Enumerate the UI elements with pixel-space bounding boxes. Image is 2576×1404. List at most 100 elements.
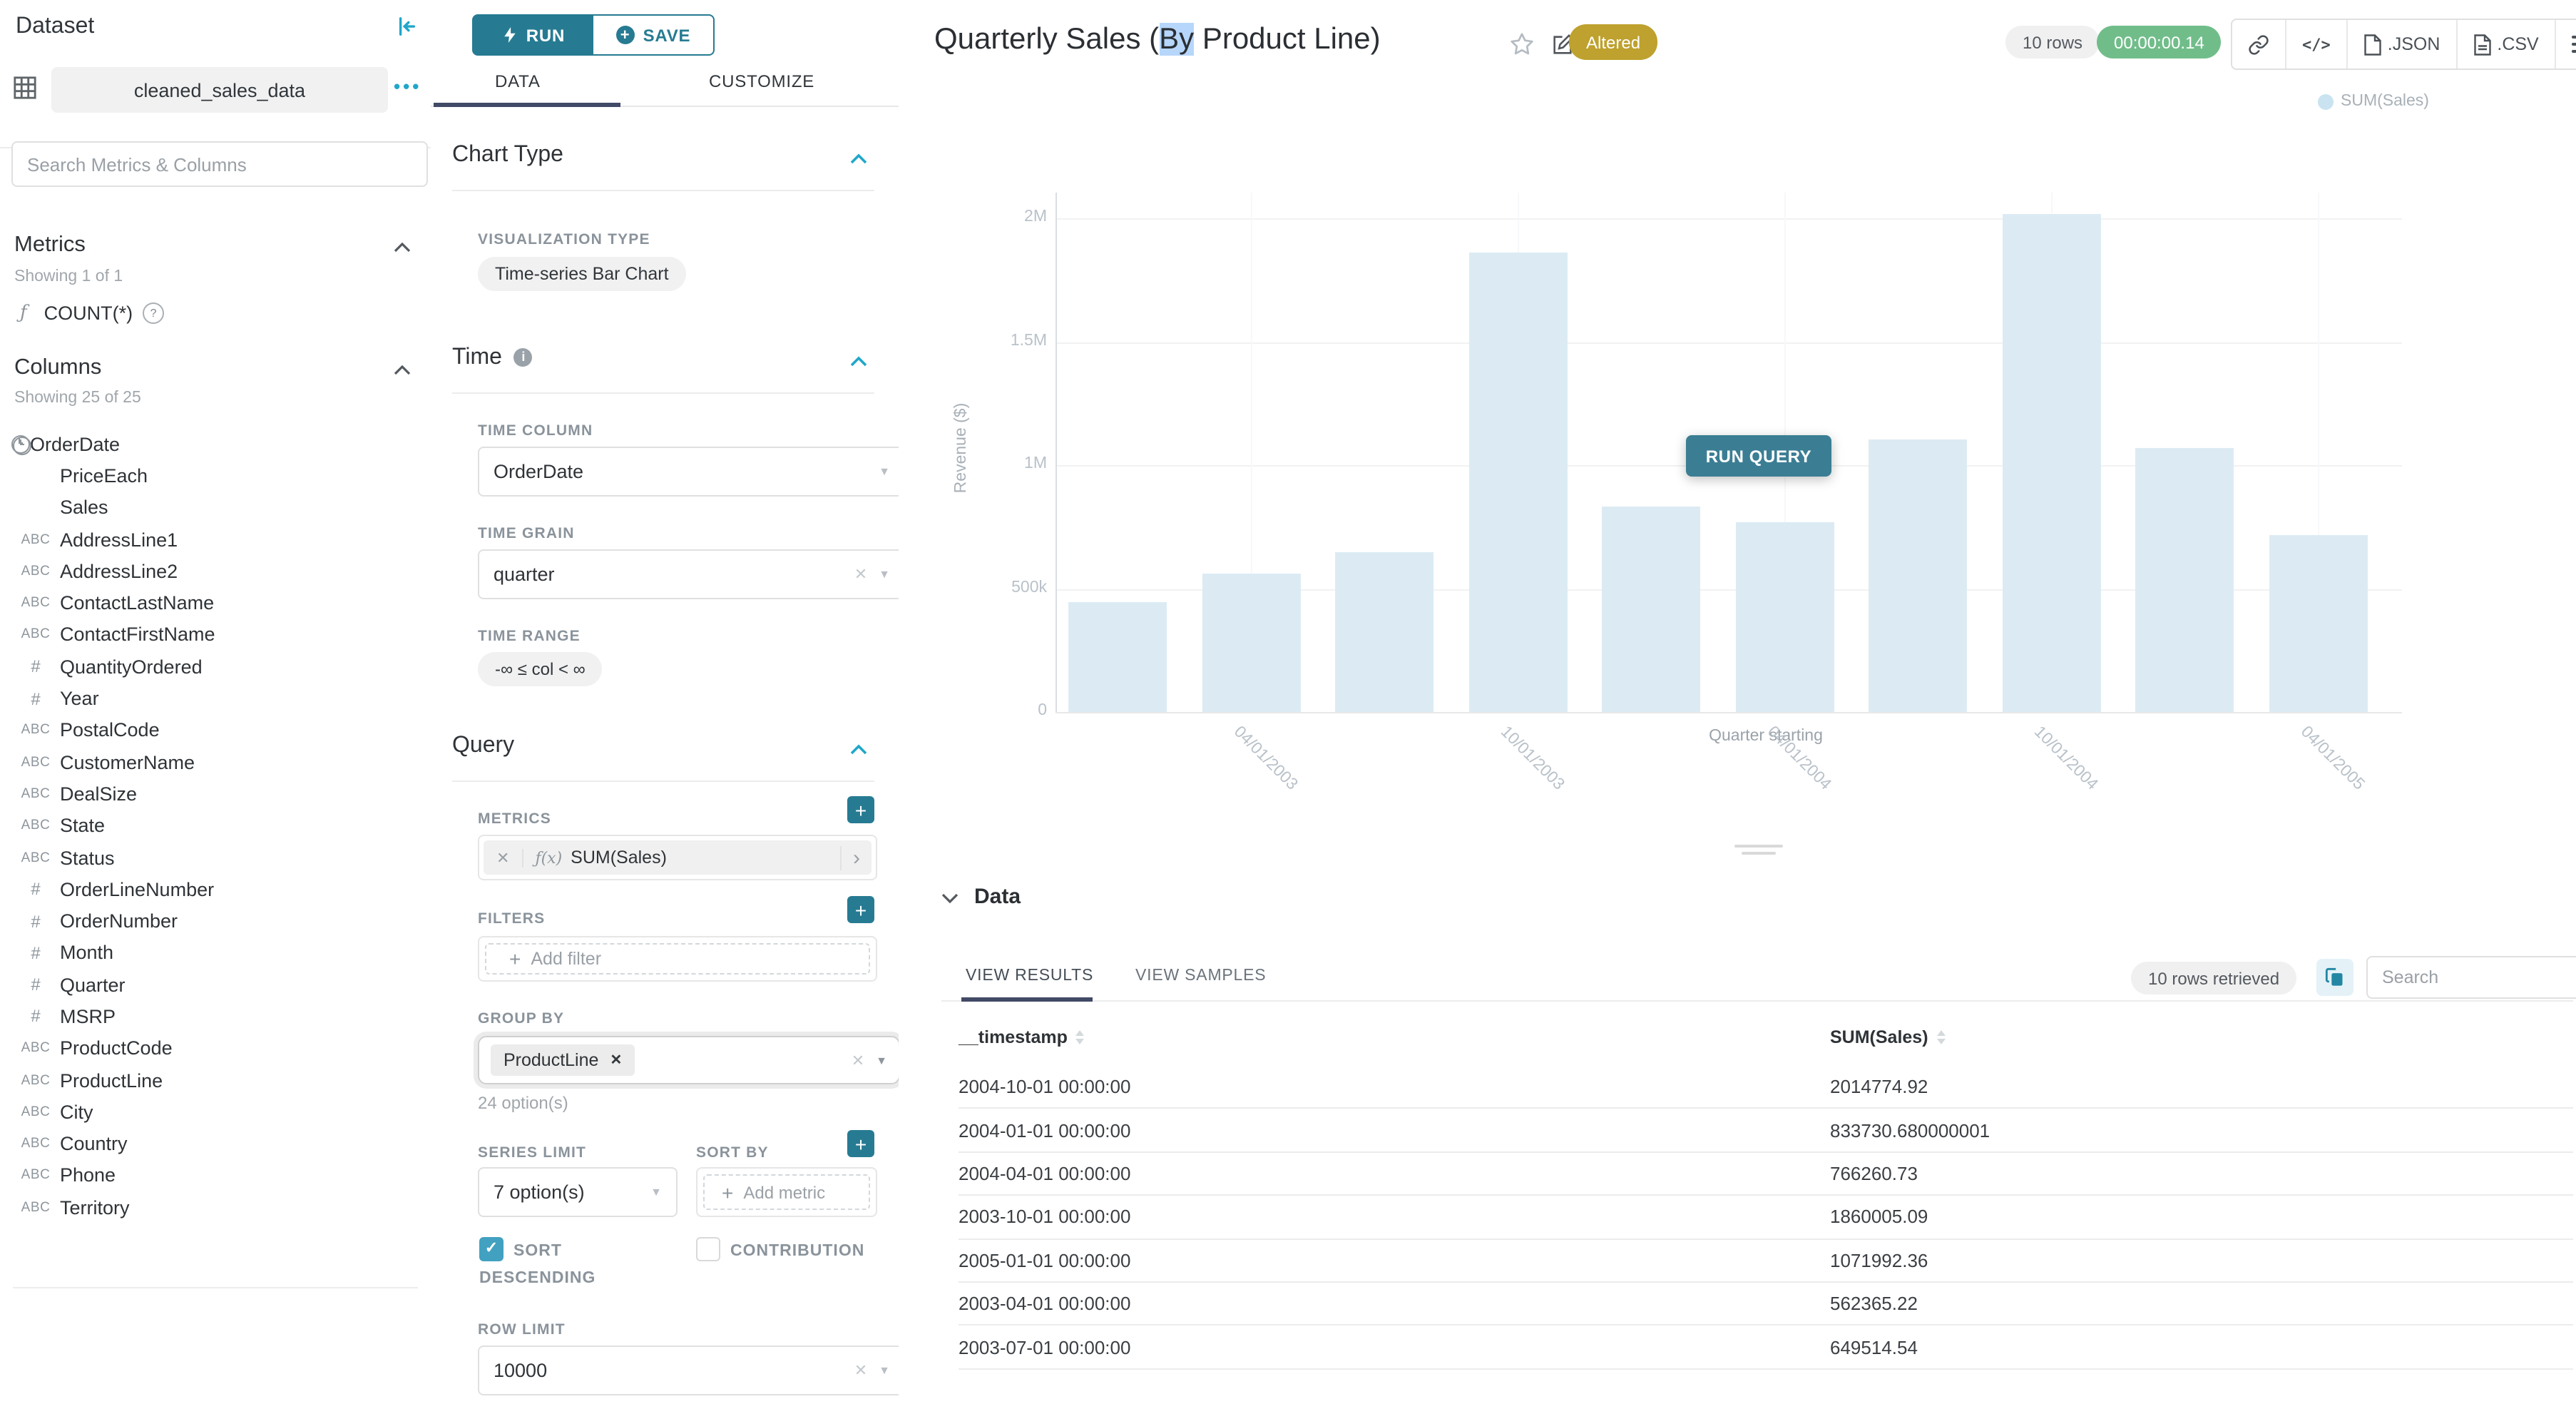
data-collapse-icon[interactable] xyxy=(941,893,959,905)
bar-07/01/2003[interactable] xyxy=(1335,552,1433,712)
query-collapse-icon[interactable] xyxy=(850,743,867,755)
table-row[interactable]: 2003-07-01 00:00:00649514.54 xyxy=(959,1326,2573,1370)
column-list-item[interactable]: ABCCity xyxy=(11,1096,419,1128)
panel-resize-handle[interactable] xyxy=(1734,845,1783,855)
favorite-star-icon[interactable] xyxy=(1509,31,1535,57)
column-list-item[interactable]: ABCState xyxy=(11,810,419,842)
help-icon[interactable]: ? xyxy=(143,302,164,324)
save-button[interactable]: + SAVE xyxy=(592,14,715,56)
bar-01/01/2004[interactable] xyxy=(1602,507,1700,712)
column-list-item[interactable]: ABCProductCode xyxy=(11,1032,419,1064)
table-row[interactable]: 2003-04-01 00:00:00562365.22 xyxy=(959,1283,2573,1326)
column-list-item[interactable]: #MSRP xyxy=(11,1001,419,1033)
altered-badge[interactable]: Altered xyxy=(1569,24,1657,60)
column-list-item[interactable]: ABCContactFirstName xyxy=(11,619,419,651)
tab-data[interactable]: DATA xyxy=(495,71,541,91)
bar-01/01/2003[interactable] xyxy=(1068,602,1167,712)
tab-view-samples[interactable]: VIEW SAMPLES xyxy=(1135,967,1266,985)
bar-10/01/2003[interactable] xyxy=(1468,253,1567,712)
bar-04/01/2005[interactable] xyxy=(2269,535,2367,712)
contribution-checkbox[interactable]: CONTRIBUTION xyxy=(696,1237,896,1264)
column-list-item[interactable]: #OrderLineNumber xyxy=(11,873,419,905)
chevron-right-icon[interactable]: › xyxy=(840,845,872,870)
timeseries-bar-chart[interactable]: SUM(Sales) Revenue ($) Quarter starting … xyxy=(899,78,2576,835)
sort-descending-checkbox[interactable]: ✓SORT DESCENDING xyxy=(479,1237,622,1291)
group-by-chip[interactable]: ProductLine ✕ xyxy=(491,1044,635,1076)
add-sort-metric-button[interactable]: + xyxy=(847,1130,874,1157)
clear-icon[interactable]: ✕ xyxy=(854,1361,867,1380)
dataset-more-icon[interactable]: ••• xyxy=(394,76,421,97)
time-range-pill[interactable]: -∞ ≤ col < ∞ xyxy=(478,652,603,686)
add-metric-button[interactable]: + xyxy=(847,796,874,823)
series-limit-select[interactable]: 7 option(s) ▼ xyxy=(478,1167,678,1217)
visualization-type-pill[interactable]: Time-series Bar Chart xyxy=(478,257,686,291)
metric-chip[interactable]: ✕ ƒ(x) SUM(Sales) › xyxy=(484,840,872,875)
time-column-select[interactable]: OrderDate ▼ xyxy=(478,447,906,497)
dataset-name[interactable]: cleaned_sales_data xyxy=(51,67,388,113)
column-list-item[interactable]: ABCCustomerName xyxy=(11,746,419,778)
column-list-item[interactable]: ABCTerritory xyxy=(11,1191,419,1224)
copy-link-button[interactable] xyxy=(2232,20,2286,68)
chart-legend[interactable]: SUM(Sales) xyxy=(2318,93,2429,110)
group-by-select[interactable]: ProductLine ✕ ✕ ▼ xyxy=(478,1036,900,1084)
sort-icon[interactable] xyxy=(1937,1030,1946,1044)
column-list-item[interactable]: #QuantityOrdered xyxy=(11,651,419,683)
time-grain-select[interactable]: quarter ✕ ▼ xyxy=(478,549,906,599)
search-metrics-columns-input[interactable] xyxy=(11,141,428,187)
column-list-item[interactable]: #Year xyxy=(11,683,419,715)
data-section-title[interactable]: Data xyxy=(974,885,1021,909)
column-list-item[interactable]: ABCAddressLine1 xyxy=(11,524,419,556)
bar-10/01/2004[interactable] xyxy=(2002,214,2100,712)
export-csv-button[interactable]: .CSV xyxy=(2457,20,2555,68)
bar-04/01/2004[interactable] xyxy=(1735,522,1834,712)
column-header-SUM(Sales)[interactable]: SUM(Sales) xyxy=(1830,1027,1946,1047)
sort-icon[interactable] xyxy=(1076,1030,1085,1044)
remove-metric-icon[interactable]: ✕ xyxy=(484,848,523,867)
column-header-__timestamp[interactable]: __timestamp xyxy=(959,1027,1830,1047)
metric-item-count[interactable]: ƒ COUNT(*) ? xyxy=(20,302,164,324)
table-row[interactable]: 2004-10-01 00:00:002014774.92 xyxy=(959,1066,2573,1109)
column-list-item[interactable]: ABCStatus xyxy=(11,842,419,874)
table-row[interactable]: 2003-10-01 00:00:001860005.09 xyxy=(959,1196,2573,1239)
checkbox-unchecked-icon[interactable] xyxy=(696,1237,720,1261)
data-search-input[interactable] xyxy=(2366,956,2576,999)
column-list-item[interactable]: ABCProductLine xyxy=(11,1064,419,1097)
column-list-item[interactable]: #Quarter xyxy=(11,969,419,1001)
bar-01/01/2005[interactable] xyxy=(2135,448,2234,712)
column-list-item[interactable]: OrderDate xyxy=(11,428,419,460)
table-row[interactable]: 2004-01-01 00:00:00833730.680000001 xyxy=(959,1109,2573,1153)
export-json-button[interactable]: .JSON xyxy=(2348,20,2458,68)
add-sort-metric-dropzone[interactable]: + Add metric xyxy=(703,1174,870,1210)
time-collapse-icon[interactable] xyxy=(850,355,867,367)
columns-collapse-icon[interactable] xyxy=(394,364,411,375)
remove-chip-icon[interactable]: ✕ xyxy=(610,1052,622,1068)
chart-title[interactable]: Quarterly Sales (By Product Line) xyxy=(934,23,1381,57)
column-list-item[interactable]: ABCPostalCode xyxy=(11,714,419,746)
chart-type-collapse-icon[interactable] xyxy=(850,153,867,164)
tab-customize[interactable]: CUSTOMIZE xyxy=(709,71,814,91)
column-list-item[interactable]: #Month xyxy=(11,937,419,970)
add-filter-button[interactable]: + xyxy=(847,896,874,923)
menu-button[interactable] xyxy=(2556,20,2576,68)
table-row[interactable]: 2005-01-01 00:00:001071992.36 xyxy=(959,1239,2573,1283)
info-icon[interactable]: i xyxy=(514,347,533,366)
column-list-item[interactable]: PriceEach xyxy=(11,460,419,492)
metrics-collapse-icon[interactable] xyxy=(394,241,411,253)
run-query-button[interactable]: RUN QUERY xyxy=(1686,435,1831,477)
collapse-sidebar-icon[interactable] xyxy=(397,16,418,37)
copy-data-button[interactable] xyxy=(2316,959,2353,996)
add-filter-dropzone[interactable]: + Add filter xyxy=(485,943,870,975)
column-list-item[interactable]: ABCPhone xyxy=(11,1160,419,1192)
row-limit-select[interactable]: 10000 ✕ ▼ xyxy=(478,1346,906,1395)
clear-icon[interactable]: ✕ xyxy=(852,1051,864,1069)
bar-07/01/2004[interactable] xyxy=(1869,439,1967,712)
column-list-item[interactable]: Sales xyxy=(11,492,419,524)
bar-04/01/2003[interactable] xyxy=(1202,574,1300,712)
table-row[interactable]: 2004-04-01 00:00:00766260.73 xyxy=(959,1153,2573,1196)
column-list-item[interactable]: ABCContactLastName xyxy=(11,587,419,619)
run-button[interactable]: RUN xyxy=(472,14,595,56)
column-list-item[interactable]: ABCAddressLine2 xyxy=(11,555,419,587)
tab-view-results[interactable]: VIEW RESULTS xyxy=(966,967,1093,985)
column-list-item[interactable]: #OrderNumber xyxy=(11,905,419,937)
embed-code-button[interactable]: </> xyxy=(2286,20,2348,68)
